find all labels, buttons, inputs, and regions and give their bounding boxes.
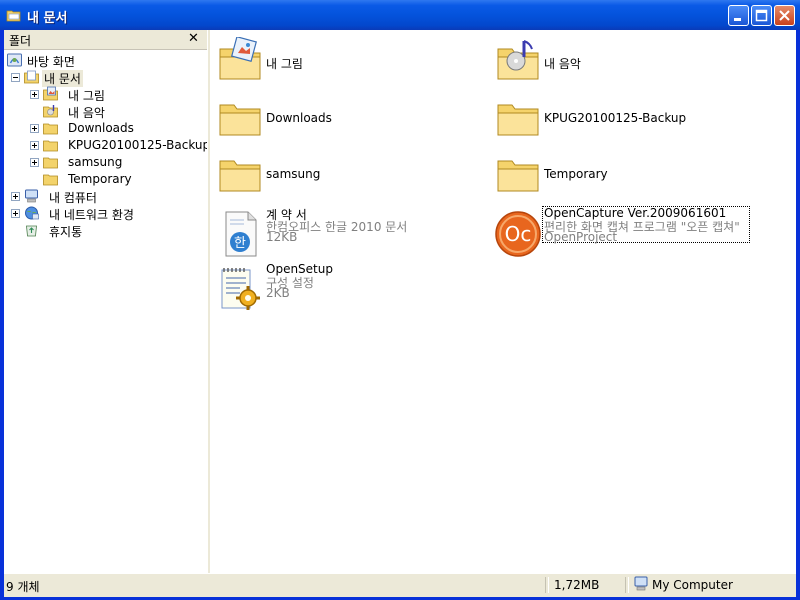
expand-icon[interactable] <box>30 124 39 133</box>
network-icon <box>25 206 39 220</box>
my-documents-icon <box>24 70 39 84</box>
file-name: 내 그림 <box>266 57 303 71</box>
status-zone: My Computer <box>652 578 733 592</box>
tree-item-label: 내 컴퓨터 <box>49 191 97 205</box>
folder-pane-close-icon[interactable]: ✕ <box>188 31 199 46</box>
my-pictures-icon <box>43 86 58 101</box>
file-item-kpug-backup[interactable]: KPUG20100125-Backup <box>488 91 758 141</box>
expand-icon[interactable] <box>11 192 20 201</box>
tree-item-label: KPUG20100125-Backup <box>68 138 211 152</box>
folder-icon <box>497 104 539 136</box>
tree-item-label: 내 음악 <box>68 106 105 120</box>
explorer-client: 폴더 ✕ 바탕 화면 내 문서 내 그림 내 음악 Downloads KPUG… <box>4 30 796 597</box>
tree-item-label: samsung <box>68 155 123 169</box>
svg-text:Oc: Oc <box>505 222 532 246</box>
file-item-opensetup[interactable]: OpenSetup 구성 설정 2KB <box>210 262 480 314</box>
file-item-temporary[interactable]: Temporary <box>488 147 758 197</box>
desktop-icon <box>7 53 22 67</box>
folder-icon <box>43 140 58 152</box>
my-computer-icon <box>634 576 648 591</box>
my-computer-icon <box>25 189 38 203</box>
maximize-icon <box>755 9 768 22</box>
file-size: 12KB <box>266 230 298 244</box>
tree-item-label: 내 문서 <box>42 70 83 87</box>
expand-icon[interactable] <box>30 158 39 167</box>
folder-icon <box>219 160 261 192</box>
my-pictures-folder-icon <box>219 37 261 80</box>
file-item-my-pictures[interactable]: 내 그림 <box>210 35 480 85</box>
tree-item-label: 내 그림 <box>68 89 105 103</box>
file-name: KPUG20100125-Backup <box>544 111 687 125</box>
title-bar[interactable]: 내 문서 <box>0 0 800 30</box>
expand-icon[interactable] <box>30 90 39 99</box>
folder-icon <box>43 123 58 135</box>
opencapture-app-icon: Oc <box>495 211 541 257</box>
close-icon <box>779 10 790 21</box>
folder-pane-header: 폴더 ✕ <box>4 30 207 50</box>
recycle-bin-icon <box>26 225 37 237</box>
file-item-samsung[interactable]: samsung <box>210 147 480 197</box>
file-size: 2KB <box>266 286 290 300</box>
status-object-count: 9 개체 <box>6 580 40 594</box>
file-name: samsung <box>266 167 321 181</box>
file-item-my-music[interactable]: 내 음악 <box>488 35 758 85</box>
status-bar: 9 개체 1,72MB My Computer <box>4 573 796 597</box>
maximize-button[interactable] <box>751 5 772 26</box>
tree-item-label: 바탕 화면 <box>27 55 75 69</box>
tree-item-label: Temporary <box>68 172 132 186</box>
folder-pane: 폴더 ✕ 바탕 화면 내 문서 내 그림 내 음악 Downloads KPUG… <box>4 30 210 573</box>
file-company: OpenProject <box>544 230 618 244</box>
file-view: 내 그림 내 음악 Downloads KPUG20100125-Backup … <box>210 30 796 573</box>
window-title: 내 문서 <box>27 11 68 26</box>
folder-icon <box>43 174 58 186</box>
svg-text:한: 한 <box>234 236 246 251</box>
folder-icon <box>43 157 58 169</box>
folder-icon <box>6 10 21 22</box>
file-item-opencapture[interactable]: Oc OpenCapture Ver.2009061601 편리한 화면 캡쳐 … <box>488 206 758 258</box>
my-music-folder-icon <box>497 40 539 80</box>
collapse-icon[interactable] <box>11 73 20 82</box>
my-music-icon <box>43 105 58 118</box>
expand-icon[interactable] <box>30 141 39 150</box>
file-item-contract-doc[interactable]: 한 계 약 서 한컴오피스 한글 2010 문서 12KB <box>210 208 480 258</box>
minimize-button[interactable] <box>728 5 749 26</box>
explorer-window: 내 문서 폴더 ✕ 바탕 화면 내 문서 내 그림 내 음악 Downloads… <box>0 0 800 600</box>
file-name: Downloads <box>266 111 332 125</box>
close-button[interactable] <box>774 5 795 26</box>
status-size: 1,72MB <box>554 578 600 592</box>
file-name: Temporary <box>544 167 608 181</box>
status-separator <box>625 577 629 593</box>
tree-item-label: 휴지통 <box>49 225 83 239</box>
status-separator <box>545 577 549 593</box>
tree-item-label: Downloads <box>68 121 134 135</box>
minimize-icon <box>734 18 741 21</box>
tree-item-label: 내 네트워크 환경 <box>49 208 134 222</box>
folder-icon <box>219 104 261 136</box>
file-item-downloads[interactable]: Downloads <box>210 91 480 141</box>
folder-icon <box>497 160 539 192</box>
file-name: 내 음악 <box>544 57 581 71</box>
folder-pane-title: 폴더 <box>9 34 32 48</box>
hwp-document-icon: 한 <box>225 211 257 257</box>
config-settings-icon <box>221 268 260 310</box>
expand-icon[interactable] <box>11 209 20 218</box>
